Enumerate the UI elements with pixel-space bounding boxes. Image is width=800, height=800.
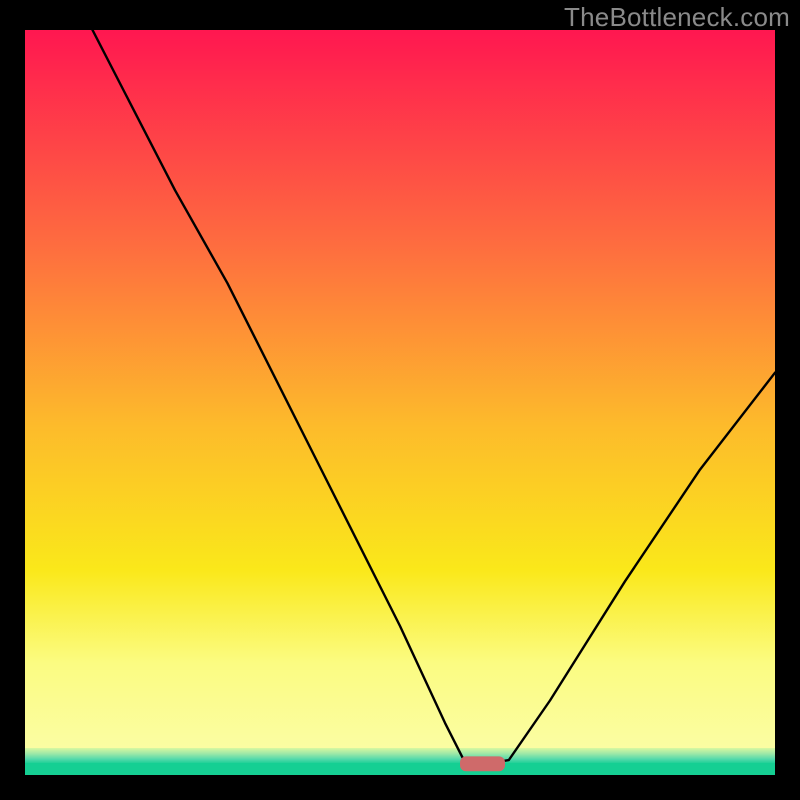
chart-svg [25,30,775,775]
chart-min-marker [460,756,505,771]
chart-gradient-bg [25,30,775,750]
chart-container: TheBottleneck.com [0,0,800,800]
watermark-text: TheBottleneck.com [564,2,790,33]
chart-green-band [25,748,775,764]
chart-bottom-strip [25,763,775,775]
chart-plot [25,30,775,775]
